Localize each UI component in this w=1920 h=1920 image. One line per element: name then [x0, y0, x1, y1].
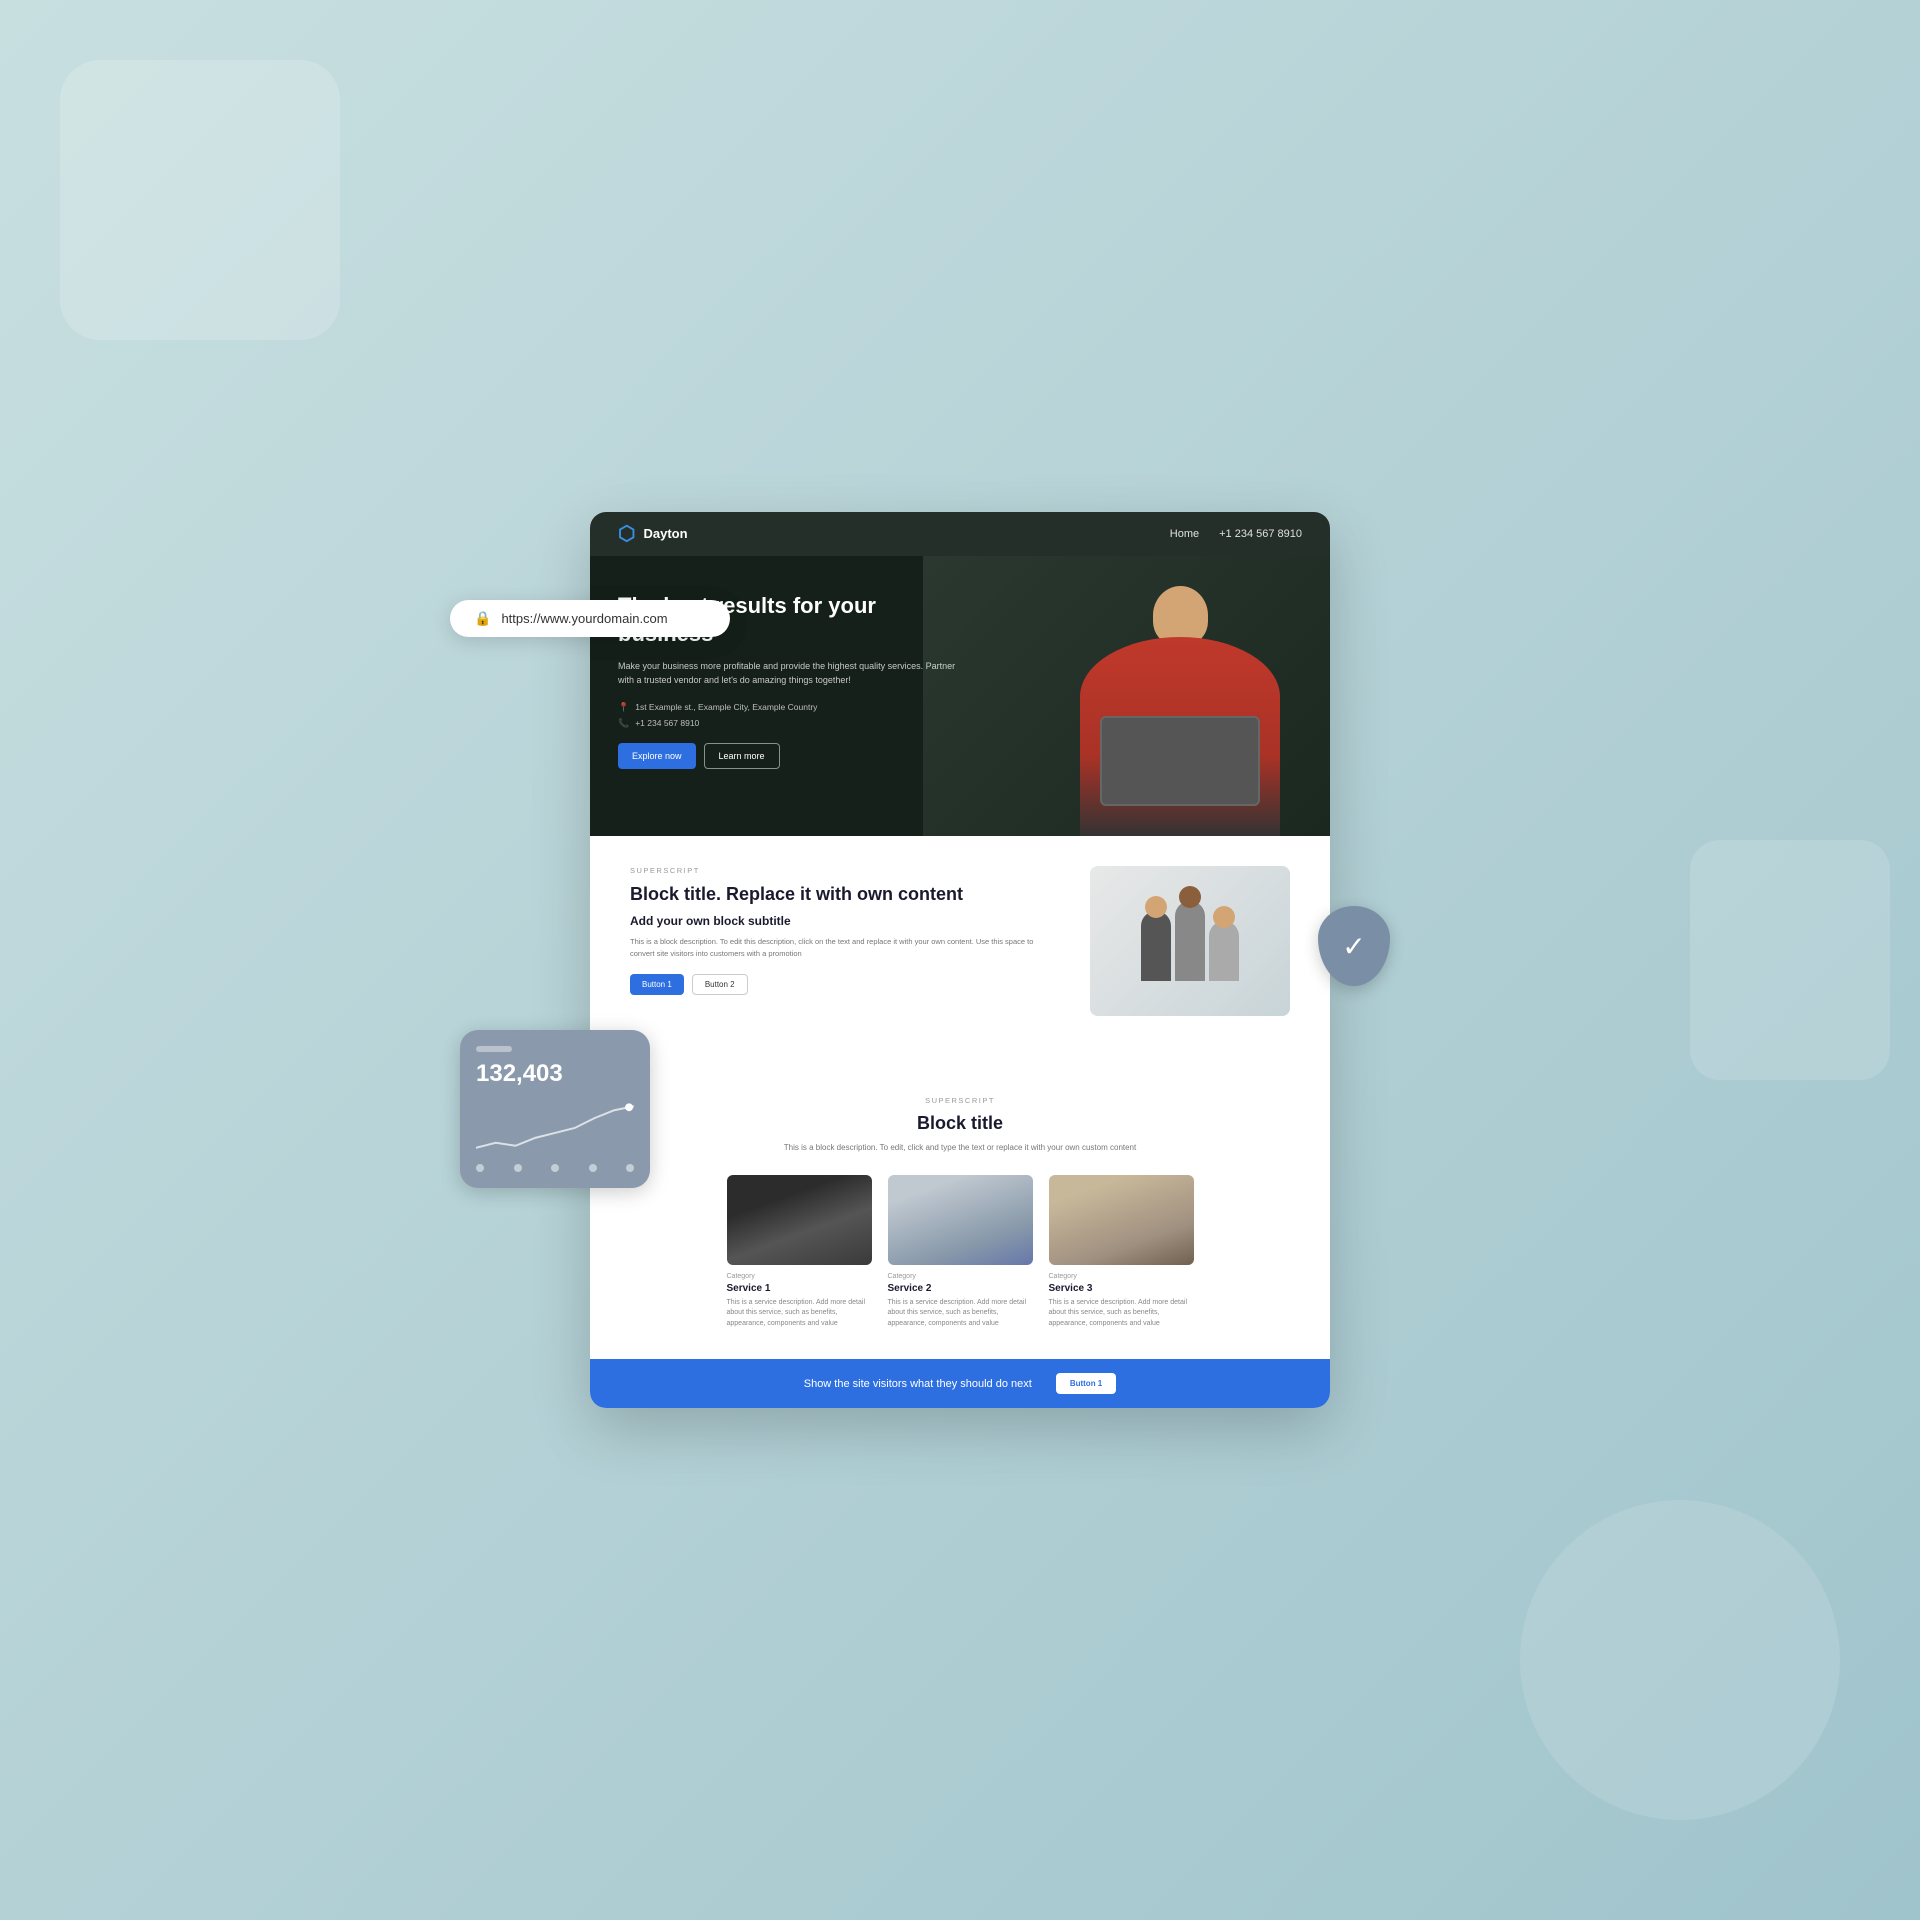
person-laptop [1100, 716, 1260, 806]
block1-content: SUPERSCRIPT Block title. Replace it with… [630, 866, 1290, 1016]
phone-icon: 📞 [618, 718, 629, 729]
service-3-category: Category [1049, 1273, 1194, 1280]
service-1-category: Category [727, 1273, 872, 1280]
block1-description: This is a block description. To edit thi… [630, 936, 1060, 960]
hero-address: 📍 1st Example st., Example City, Example… [618, 702, 958, 713]
check-icon: ✓ [1342, 930, 1365, 963]
hero-description: Make your business more profitable and p… [618, 659, 958, 688]
laptop-img [727, 1175, 872, 1265]
chart-dot-2 [514, 1164, 522, 1172]
meeting-image [1090, 866, 1290, 1016]
explore-now-button[interactable]: Explore now [618, 743, 696, 769]
stats-number: 132,403 [476, 1060, 634, 1088]
chart-dot-4 [589, 1164, 597, 1172]
block1-title: Block title. Replace it with own content [630, 883, 1060, 906]
hero-image [923, 556, 1330, 836]
business-img [1049, 1175, 1194, 1265]
logo-text: Dayton [643, 526, 687, 541]
bg-decoration-mid-r [1690, 840, 1890, 1080]
meeting-persons [1141, 901, 1239, 981]
service-img-2 [888, 1175, 1033, 1265]
block1-button1[interactable]: Button 1 [630, 974, 684, 995]
service-img-3 [1049, 1175, 1194, 1265]
url-text: https://www.yourdomain.com [501, 611, 667, 626]
stats-card: 132,403 [460, 1030, 650, 1188]
block2-superscript: SUPERSCRIPT [630, 1096, 1290, 1105]
bg-decoration-tl [60, 60, 340, 340]
person-head [1153, 586, 1208, 645]
person-3 [1209, 921, 1239, 981]
person-1-head [1145, 896, 1167, 918]
cta-button[interactable]: Button 1 [1056, 1373, 1116, 1394]
cta-text: Show the site visitors what they should … [804, 1378, 1032, 1390]
hero-person-container [1050, 586, 1310, 836]
block1-superscript: SUPERSCRIPT [630, 866, 1060, 875]
block1-button2[interactable]: Button 2 [692, 974, 748, 995]
chart-area [476, 1098, 634, 1158]
block1-left: SUPERSCRIPT Block title. Replace it with… [630, 866, 1060, 995]
hero-phone: 📞 +1 234 567 8910 [618, 718, 958, 729]
service-2-category: Category [888, 1273, 1033, 1280]
handshake-img [888, 1175, 1033, 1265]
cta-footer: Show the site visitors what they should … [590, 1359, 1330, 1408]
person-3-head [1213, 906, 1235, 928]
location-icon: 📍 [618, 702, 629, 713]
service-card-3: Category Service 3 This is a service des… [1049, 1175, 1194, 1330]
service-card-1: Category Service 1 This is a service des… [727, 1175, 872, 1330]
chart-dot-3 [551, 1164, 559, 1172]
nav-link-phone[interactable]: +1 234 567 8910 [1219, 528, 1302, 540]
service-2-name: Service 2 [888, 1283, 1033, 1294]
url-bar: 🔒 https://www.yourdomain.com [450, 600, 730, 637]
browser-mockup: ⬡ Dayton Home +1 234 567 8910 [590, 512, 1330, 1408]
chart-svg [476, 1098, 634, 1158]
person-2 [1175, 901, 1205, 981]
service-card-2: Category Service 2 This is a service des… [888, 1175, 1033, 1330]
service-3-name: Service 3 [1049, 1283, 1194, 1294]
nav-right: Home +1 234 567 8910 [1170, 528, 1302, 540]
lock-icon: 🔒 [474, 610, 491, 627]
learn-more-button[interactable]: Learn more [704, 743, 780, 769]
workspace: 🔒 https://www.yourdomain.com 132,403 ✓ [590, 512, 1330, 1408]
chart-dot-1 [476, 1164, 484, 1172]
service-3-desc: This is a service description. Add more … [1049, 1298, 1194, 1330]
logo-icon: ⬡ [618, 521, 635, 546]
hero-buttons: Explore now Learn more [618, 743, 958, 769]
chart-dot-5 [626, 1164, 634, 1172]
block2-description: This is a block description. To edit, cl… [780, 1142, 1140, 1155]
hero-section: The best results for your business Make … [590, 556, 1330, 836]
stats-handle [476, 1046, 512, 1052]
nav: ⬡ Dayton Home +1 234 567 8910 [590, 512, 1330, 556]
hero-info: 📍 1st Example st., Example City, Example… [618, 702, 958, 729]
person-body [1080, 637, 1280, 836]
service-1-name: Service 1 [727, 1283, 872, 1294]
block2-title: Block title [630, 1113, 1290, 1134]
bg-decoration-br [1520, 1500, 1840, 1820]
block1-section: SUPERSCRIPT Block title. Replace it with… [590, 836, 1330, 1076]
service-img-1 [727, 1175, 872, 1265]
block1-subtitle: Add your own block subtitle [630, 914, 1060, 928]
chart-dots [476, 1164, 634, 1172]
block1-buttons: Button 1 Button 2 [630, 974, 1060, 995]
nav-logo: ⬡ Dayton [618, 521, 688, 546]
block1-image [1090, 866, 1290, 1016]
person-1 [1141, 911, 1171, 981]
person-2-head [1179, 886, 1201, 908]
website: ⬡ Dayton Home +1 234 567 8910 [590, 512, 1330, 1408]
service-1-desc: This is a service description. Add more … [727, 1298, 872, 1330]
block2-section: SUPERSCRIPT Block title This is a block … [590, 1076, 1330, 1359]
nav-link-home[interactable]: Home [1170, 528, 1199, 540]
services-grid: Category Service 1 This is a service des… [630, 1175, 1290, 1330]
service-2-desc: This is a service description. Add more … [888, 1298, 1033, 1330]
